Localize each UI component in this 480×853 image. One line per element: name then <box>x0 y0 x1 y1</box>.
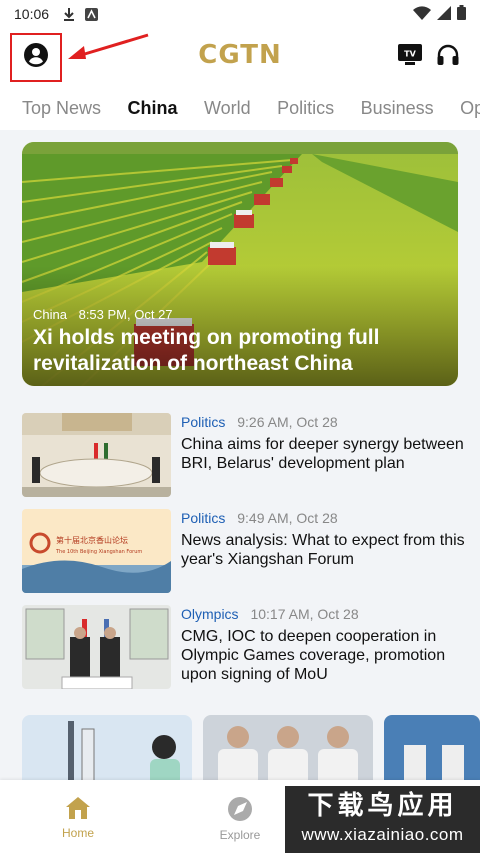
list-item[interactable]: Politics 9:26 AM, Oct 28 China aims for … <box>22 413 464 499</box>
article-meta: Olympics 10:17 AM, Oct 28 <box>181 605 471 623</box>
headphones-icon <box>436 44 460 71</box>
article-title[interactable]: China aims for deeper synergy between BR… <box>181 435 471 473</box>
list-item[interactable]: 第十届北京香山论坛 The 10th Beijing Xiangshan For… <box>22 509 465 595</box>
article-meta: Politics 9:49 AM, Oct 28 <box>181 509 471 527</box>
article-category[interactable]: Politics <box>181 414 225 430</box>
tab-world[interactable]: World <box>204 88 251 128</box>
nav-explore-label: Explore <box>219 828 261 842</box>
app-header: CGTN TV <box>0 28 480 88</box>
status-time: 10:06 <box>14 6 50 22</box>
tv-label: TV <box>404 50 416 59</box>
hero-headline[interactable]: Xi holds meeting on promoting full revit… <box>33 325 443 377</box>
video-thumbnail[interactable] <box>203 715 373 785</box>
cellular-icon <box>437 5 451 23</box>
tab-opinion[interactable]: Op <box>460 88 480 128</box>
tab-business[interactable]: Business <box>361 88 434 128</box>
article-thumbnail: 第十届北京香山论坛 The 10th Beijing Xiangshan For… <box>22 509 171 593</box>
article-time: 9:49 AM, Oct 28 <box>237 510 338 526</box>
article-thumbnail <box>22 605 171 689</box>
hero-meta: China 8:53 PM, Oct 27 <box>33 307 173 322</box>
article-category[interactable]: Olympics <box>181 606 239 622</box>
article-thumbnail <box>22 413 171 497</box>
tab-china[interactable]: China <box>127 88 177 128</box>
watermark-url: www.xiazainiao.com <box>301 825 464 844</box>
article-category[interactable]: Politics <box>181 510 225 526</box>
audio-button[interactable] <box>436 43 460 72</box>
video-thumbnail[interactable] <box>22 715 192 785</box>
article-text: Politics 9:26 AM, Oct 28 China aims for … <box>181 413 471 473</box>
article-text: Politics 9:49 AM, Oct 28 News analysis: … <box>181 509 471 569</box>
article-title[interactable]: CMG, IOC to deepen cooperation in Olympi… <box>181 627 471 684</box>
thumb-chinese-title: 第十届北京香山论坛 <box>56 535 128 545</box>
article-meta: Politics 9:26 AM, Oct 28 <box>181 413 471 431</box>
tv-icon: TV <box>398 44 422 70</box>
site-watermark: 下载鸟应用 www.xiazainiao.com <box>285 786 480 853</box>
wifi-icon <box>413 5 431 23</box>
article-time: 10:17 AM, Oct 28 <box>250 606 359 622</box>
battery-icon <box>457 5 466 23</box>
article-time: 9:26 AM, Oct 28 <box>237 414 338 430</box>
tab-top-news[interactable]: Top News <box>22 88 101 128</box>
app-notification-icon <box>85 7 99 21</box>
nav-explore[interactable]: Explore <box>200 796 280 842</box>
download-icon <box>63 7 75 21</box>
hero-time: 8:53 PM, Oct 27 <box>78 307 173 322</box>
hero-category[interactable]: China <box>33 307 67 322</box>
thumb-english-title: The 10th Beijing Xiangshan Forum <box>55 549 142 555</box>
article-title[interactable]: News analysis: What to expect from this … <box>181 531 471 569</box>
nav-home-label: Home <box>61 826 94 840</box>
tab-politics[interactable]: Politics <box>277 88 334 128</box>
video-thumbnail[interactable] <box>384 715 480 785</box>
status-bar: 10:06 <box>0 0 480 28</box>
home-icon <box>65 797 91 823</box>
compass-icon <box>227 797 253 825</box>
watermark-chinese: 下载鸟应用 <box>307 790 458 820</box>
article-text: Olympics 10:17 AM, Oct 28 CMG, IOC to de… <box>181 605 471 684</box>
list-item[interactable]: Olympics 10:17 AM, Oct 28 CMG, IOC to de… <box>22 605 462 691</box>
category-tabs: Top News China World Politics Business O… <box>0 88 480 130</box>
nav-home[interactable]: Home <box>38 796 118 840</box>
tv-button[interactable]: TV <box>398 44 422 71</box>
hero-article-card[interactable]: China 8:53 PM, Oct 27 Xi holds meeting o… <box>22 142 458 386</box>
